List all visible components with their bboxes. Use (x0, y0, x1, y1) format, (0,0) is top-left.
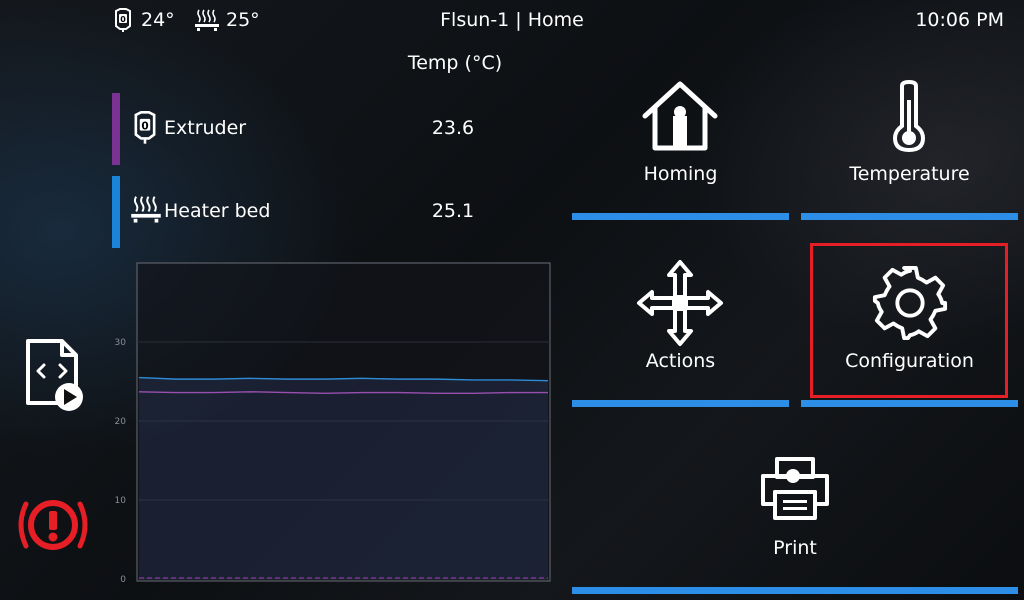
actions-label: Actions (645, 350, 716, 372)
temperature-label: Temperature (849, 163, 970, 185)
code-file-play-icon (26, 339, 83, 411)
print-underline (572, 587, 1018, 594)
topbar-extruder-status: 0 24° (112, 8, 175, 32)
homing-button[interactable]: Homing (572, 72, 789, 222)
heater-bed-icon (194, 8, 220, 32)
svg-text:0: 0 (141, 120, 148, 132)
temperature-graph: 0 10 20 30 (113, 262, 551, 582)
extruder-label: Extruder (164, 117, 247, 139)
heater-bed-color-bar (112, 176, 120, 248)
extruder-temp-readout: 24° (141, 9, 175, 31)
emergency-stop-button[interactable] (14, 492, 92, 558)
temp-row-heater-bed[interactable]: Heater bed 25.1 (112, 176, 512, 248)
actions-button[interactable]: Actions (572, 255, 789, 408)
extruder-icon: 0 (130, 111, 160, 145)
actions-underline (572, 400, 789, 407)
extruder-temp-value: 23.6 (431, 117, 475, 139)
print-button[interactable]: Print (572, 443, 1018, 595)
temp-row-extruder[interactable]: 0 Extruder 23.6 (112, 93, 512, 165)
homing-underline (572, 213, 789, 220)
alert-icon (18, 500, 88, 550)
macros-button[interactable] (24, 337, 86, 415)
temp-column-header: Temp (°C) (407, 52, 503, 74)
heater-bed-temp-value: 25.1 (431, 200, 475, 222)
home-icon (641, 80, 719, 156)
graph-y-tick-label: 30 (115, 338, 127, 348)
configuration-underline (801, 400, 1018, 407)
print-label: Print (773, 537, 817, 559)
temperature-button[interactable]: Temperature (801, 72, 1018, 222)
graph-y-tick-label: 10 (115, 496, 127, 506)
topbar-bed-status: 25° (194, 8, 260, 32)
bed-temp-readout: 25° (226, 9, 260, 31)
graph-area-fill (139, 377, 548, 579)
graph-y-tick-label: 0 (120, 575, 126, 582)
heater-bed-icon (130, 194, 161, 228)
configuration-selection-highlight (810, 243, 1008, 398)
heater-bed-label: Heater bed (164, 200, 271, 222)
printer-icon (759, 456, 831, 526)
clock: 10:06 PM (915, 9, 1004, 31)
move-arrows-icon (636, 259, 724, 351)
thermometer-icon (892, 79, 926, 156)
extruder-color-bar (112, 93, 120, 165)
extruder-icon: 0 (112, 8, 134, 32)
temperature-underline (801, 213, 1018, 220)
homing-label: Homing (643, 163, 718, 185)
svg-text:0: 0 (120, 15, 126, 24)
graph-y-tick-label: 20 (115, 417, 127, 427)
